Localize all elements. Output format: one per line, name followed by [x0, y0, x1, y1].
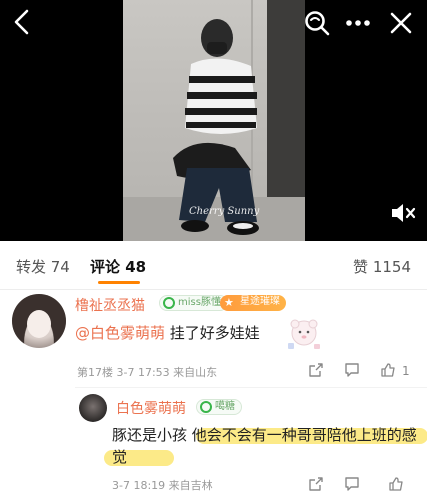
video-frame: Cherry Sunny [123, 0, 305, 241]
star-icon: ★ [224, 296, 234, 309]
search-icon[interactable] [303, 9, 331, 37]
comment-meta: 第17楼 3-7 17:53 来自山东 [77, 366, 218, 379]
tabs-divider [0, 289, 427, 290]
reply-meta: 3-7 18:19 来自吉林 [112, 479, 213, 492]
video-subject [173, 19, 259, 235]
tab-likes[interactable]: 赞 1154 [353, 256, 411, 277]
comment-icon[interactable] [344, 362, 360, 378]
reply-separator [75, 387, 427, 388]
mention-link[interactable]: @白色雾萌萌 [75, 324, 165, 342]
reply-fan-badge-label: 噶糖 [215, 401, 235, 412]
star-badge[interactable]: ★ 星途璀璨 [220, 295, 286, 311]
reply-fan-badge-icon [200, 401, 212, 413]
star-badge-label: 星途璀璨 [240, 296, 280, 307]
share-icon[interactable] [308, 476, 324, 492]
back-icon[interactable] [10, 8, 34, 36]
close-icon[interactable] [387, 9, 415, 37]
share-icon[interactable] [308, 362, 324, 378]
reply-avatar[interactable] [79, 394, 107, 422]
mute-icon[interactable] [390, 202, 416, 224]
tab-bar: 转发 74 评论 48 赞 1154 [0, 241, 427, 289]
like-count: 1 [402, 364, 410, 378]
reply-fan-badge[interactable]: 噶糖 [196, 399, 242, 415]
avatar[interactable] [12, 294, 66, 348]
comment-icon[interactable] [344, 476, 360, 492]
video-player[interactable]: Cherry Sunny [0, 0, 427, 241]
fan-badge-label: miss豚懂 [178, 297, 221, 308]
fan-badge-icon [163, 297, 175, 309]
tab-comments[interactable]: 评论 48 [90, 256, 146, 277]
tab-reposts[interactable]: 转发 74 [16, 256, 70, 277]
video-watermark: Cherry Sunny [189, 206, 260, 217]
comment-text: 挂了好多娃娃 [165, 324, 260, 342]
avatar-face [27, 310, 51, 338]
comment-username[interactable]: 橹祉丞丞猫 [75, 295, 145, 315]
fan-badge[interactable]: miss豚懂 [159, 295, 228, 311]
comment-body: @白色雾萌萌 挂了好多娃娃 [75, 322, 260, 343]
reply-text: 豚还是小孩 他会不会有一种哥哥陪他上班的感觉 [112, 426, 417, 466]
like-icon[interactable] [388, 476, 404, 492]
like-icon[interactable] [380, 362, 396, 378]
bear-sticker-icon [288, 319, 320, 349]
reply-username[interactable]: 白色雾萌萌 [116, 398, 186, 418]
more-icon[interactable] [344, 9, 372, 37]
active-tab-indicator [98, 281, 140, 284]
